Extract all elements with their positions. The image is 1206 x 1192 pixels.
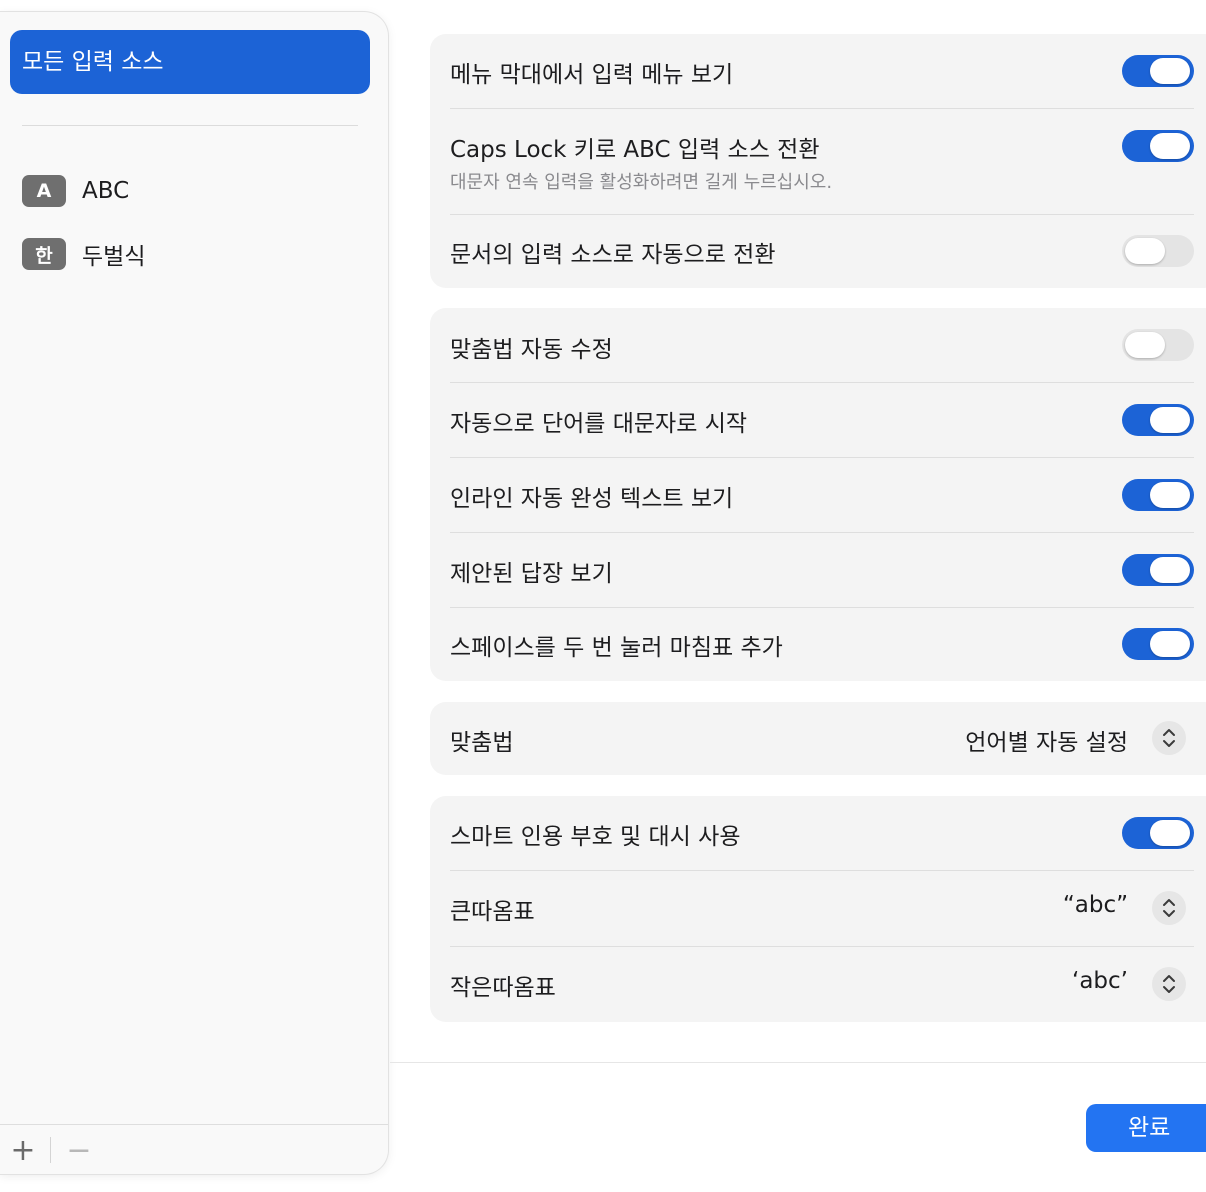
show-input-menu-label: 메뉴 막대에서 입력 메뉴 보기 [450,62,734,88]
toggle-knob [1150,407,1190,433]
caps-lock-switch-description: 대문자 연속 입력을 활성화하려면 길게 누르십시오. [450,172,833,193]
double-space-period-toggle[interactable] [1122,628,1194,660]
show-input-menu-toggle[interactable] [1122,55,1194,87]
spelling-settings-group: 맞춤법 언어별 자동 설정 [430,702,1206,775]
auto-capitalize-toggle[interactable] [1122,404,1194,436]
chevron-up-down-icon [1163,729,1175,747]
sidebar-bottom-divider [0,1124,388,1125]
toggle-knob [1150,482,1190,508]
caps-lock-switch-toggle[interactable] [1122,130,1194,162]
spelling-language-popup-button[interactable] [1152,721,1186,755]
spelling-row: 맞춤법 언어별 자동 설정 [430,702,1206,775]
double-quotes-popup-button[interactable] [1152,891,1186,925]
single-quotes-label: 작은따옴표 [450,975,556,1001]
single-quotes-value[interactable]: ‘abc’ [1072,968,1128,994]
toggle-knob [1125,238,1165,264]
toggle-knob [1150,133,1190,159]
toggle-knob [1150,58,1190,84]
toggle-knob [1150,557,1190,583]
sidebar-divider [22,125,358,126]
sidebar: 모든 입력 소스 A ABC 한 두벌식 + − [0,12,388,1174]
inline-predictive-text-row: 인라인 자동 완성 텍스트 보기 [430,457,1206,532]
inline-predictive-text-toggle[interactable] [1122,479,1194,511]
sidebar-item-label: 두벌식 [82,244,146,270]
sidebar-item-label: ABC [82,178,130,204]
single-quotes-popup-button[interactable] [1152,967,1186,1001]
double-quotes-value[interactable]: “abc” [1063,892,1128,918]
sidebar-item-dubeolsik[interactable]: 한 두벌식 [22,234,145,274]
smart-quotes-row: 스마트 인용 부호 및 대시 사용 [430,796,1206,870]
spelling-label: 맞춤법 [450,730,514,756]
auto-switch-input-source-toggle[interactable] [1122,235,1194,267]
auto-switch-input-source-row: 문서의 입력 소스로 자동으로 전환 [430,214,1206,288]
caps-lock-switch-label: Caps Lock 키로 ABC 입력 소스 전환 [450,137,820,163]
done-button[interactable]: 완료 [1086,1104,1206,1152]
spelling-language-value[interactable]: 언어별 자동 설정 [965,723,1128,757]
chevron-up-down-icon [1163,899,1175,917]
suggested-replies-row: 제안된 답장 보기 [430,532,1206,607]
suggested-replies-toggle[interactable] [1122,554,1194,586]
smart-quotes-label: 스마트 인용 부호 및 대시 사용 [450,824,741,850]
show-input-menu-row: 메뉴 막대에서 입력 메뉴 보기 [430,34,1206,108]
chevron-up-down-icon [1163,975,1175,993]
sidebar-item-all-input-sources[interactable]: 모든 입력 소스 [10,30,370,94]
footer-divider [390,1062,1206,1063]
suggested-replies-label: 제안된 답장 보기 [450,561,613,587]
auto-switch-input-source-label: 문서의 입력 소스로 자동으로 전환 [450,242,776,268]
double-quotes-label: 큰따옴표 [450,899,535,925]
caps-lock-switch-row: Caps Lock 키로 ABC 입력 소스 전환 대문자 연속 입력을 활성화… [430,108,1206,214]
double-quotes-row: 큰따옴표 “abc” [430,870,1206,946]
button-separator [50,1137,51,1163]
double-space-period-row: 스페이스를 두 번 눌러 마침표 추가 [430,607,1206,681]
hangul-badge-icon: 한 [22,238,66,270]
toggle-knob [1150,820,1190,846]
single-quotes-row: 작은따옴표 ‘abc’ [430,946,1206,1022]
add-input-source-button[interactable]: + [10,1134,36,1168]
smart-quotes-toggle[interactable] [1122,817,1194,849]
toggle-knob [1125,332,1165,358]
auto-capitalize-label: 자동으로 단어를 대문자로 시작 [450,411,748,437]
sidebar-item-abc[interactable]: A ABC [22,171,129,211]
input-menu-settings-group: 메뉴 막대에서 입력 메뉴 보기 Caps Lock 키로 ABC 입력 소스 … [430,34,1206,288]
auto-correct-spelling-label: 맞춤법 자동 수정 [450,337,613,363]
abc-badge-icon: A [22,175,66,207]
inline-predictive-text-label: 인라인 자동 완성 텍스트 보기 [450,486,734,512]
smart-quotes-settings-group: 스마트 인용 부호 및 대시 사용 큰따옴표 “abc” 작은따옴표 ‘abc’ [430,796,1206,1022]
auto-correct-spelling-toggle[interactable] [1122,329,1194,361]
remove-input-source-button[interactable]: − [66,1134,92,1168]
double-space-period-label: 스페이스를 두 번 눌러 마침표 추가 [450,635,783,661]
auto-capitalize-row: 자동으로 단어를 대문자로 시작 [430,382,1206,457]
auto-correct-spelling-row: 맞춤법 자동 수정 [430,308,1206,382]
text-correction-settings-group: 맞춤법 자동 수정 자동으로 단어를 대문자로 시작 인라인 자동 완성 텍스트… [430,308,1206,681]
toggle-knob [1150,631,1190,657]
